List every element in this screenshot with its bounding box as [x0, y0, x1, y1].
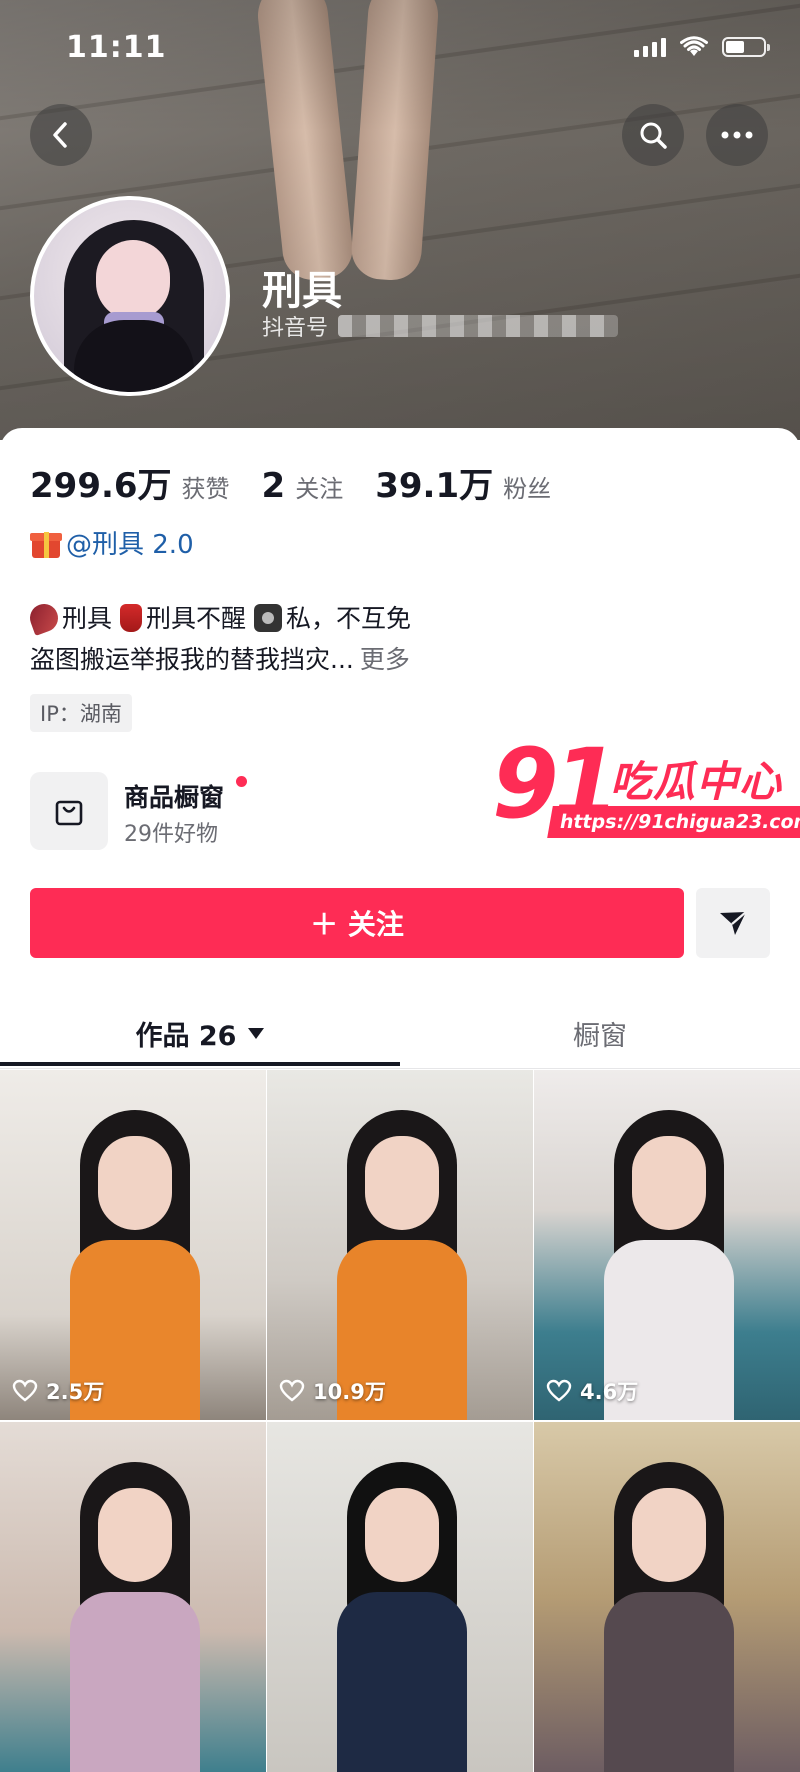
stat-label: 获赞 — [181, 475, 230, 503]
tab-shop-window[interactable]: 橱窗 — [400, 998, 800, 1068]
sweet-potato-icon — [26, 600, 62, 636]
profile-card: 299.6万 获赞 2 关注 39.1万 粉丝 @刑具 2.0 刑具 刑具不醒 … — [0, 428, 800, 1772]
wifi-icon — [680, 36, 708, 56]
bio-text: 盗图搬运举报我的替我挡灾... — [30, 645, 354, 674]
signal-icon — [634, 37, 666, 57]
nickname: 刑具 — [262, 268, 342, 314]
bio-line-2: 盗图搬运举报我的替我挡灾... 更多 — [30, 639, 411, 680]
divider — [0, 1068, 800, 1069]
video-subject — [604, 1462, 734, 1772]
chevron-left-icon — [53, 122, 67, 148]
shop-window-entry[interactable]: 商品橱窗 29件好物 — [30, 772, 430, 852]
video-subject — [604, 1110, 734, 1420]
stat-followers[interactable]: 39.1万 粉丝 — [375, 458, 551, 507]
video-tile[interactable]: 2.5万 — [0, 1070, 266, 1420]
watermark-url: https://91chigua23.com — [547, 806, 800, 838]
douyin-id: 抖音号 — [262, 310, 619, 342]
like-count: 4.6万 — [546, 1376, 638, 1406]
status-bar: 11:11 — [0, 0, 800, 96]
heart-icon — [279, 1379, 305, 1402]
ip-location-badge: IP：湖南 — [30, 694, 132, 732]
watermark-logo: 91 吃瓜中心 https://91chigua23.com — [492, 728, 800, 854]
watermark-name: 吃瓜中心 — [610, 757, 783, 806]
bio-text: 私，不互免 — [285, 604, 411, 633]
camera-icon — [253, 604, 282, 632]
linked-account[interactable]: @刑具 2.0 — [30, 524, 194, 561]
like-count-value: 4.6万 — [580, 1380, 639, 1404]
stat-value: 299.6万 — [30, 466, 172, 506]
linked-account-text: @刑具 2.0 — [66, 530, 194, 560]
bio: 刑具 刑具不醒 私，不互免 盗图搬运举报我的替我挡灾... 更多 — [26, 598, 411, 680]
tab-label: 橱窗 — [573, 1020, 627, 1052]
heart-icon — [12, 1379, 38, 1402]
bio-text: 刑具不醒 — [145, 604, 246, 633]
notification-dot — [236, 776, 247, 787]
search-icon — [640, 122, 667, 149]
gift-icon — [30, 528, 62, 558]
tab-works[interactable]: 作品 26 — [0, 998, 400, 1068]
douyin-id-blurred-value — [338, 315, 619, 337]
tab-label: 作品 26 — [135, 1020, 237, 1052]
video-subject — [337, 1110, 467, 1420]
stat-following[interactable]: 2 关注 — [262, 466, 344, 506]
content-tabs: 作品 26 橱窗 — [0, 998, 800, 1070]
douyin-id-label: 抖音号 — [262, 316, 329, 341]
stat-likes[interactable]: 299.6万 获赞 — [30, 458, 230, 507]
shop-title: 商品橱窗 — [124, 783, 225, 812]
video-tile[interactable]: 10.9万 — [267, 1070, 533, 1420]
bio-line-1: 刑具 刑具不醒 私，不互免 — [26, 598, 411, 639]
more-button[interactable] — [706, 104, 768, 166]
send-icon — [720, 911, 747, 935]
status-time: 11:11 — [66, 30, 167, 65]
video-tile[interactable] — [267, 1422, 533, 1772]
shopping-bag-icon — [30, 772, 108, 850]
video-subject — [337, 1462, 467, 1772]
avatar[interactable] — [30, 196, 230, 396]
like-count-value: 10.9万 — [313, 1380, 386, 1404]
search-button[interactable] — [622, 104, 684, 166]
shop-subtitle: 29件好物 — [124, 822, 218, 847]
heart-icon — [546, 1379, 572, 1402]
video-tile[interactable] — [0, 1422, 266, 1772]
bio-text: 刑具 — [62, 604, 113, 633]
stat-label: 粉丝 — [503, 475, 552, 503]
stats-row: 299.6万 获赞 2 关注 39.1万 粉丝 — [30, 458, 583, 507]
video-subject — [70, 1110, 200, 1420]
video-tile[interactable]: 4.6万 — [534, 1070, 800, 1420]
follow-button[interactable]: ＋ 关注 — [30, 888, 684, 958]
video-tile[interactable] — [534, 1422, 800, 1772]
like-count-value: 2.5万 — [46, 1380, 105, 1404]
video-subject — [70, 1462, 200, 1772]
battery-icon — [722, 37, 770, 57]
scarf-icon — [119, 604, 142, 632]
caret-down-icon — [248, 1027, 265, 1039]
back-button[interactable] — [30, 104, 92, 166]
more-dots-icon — [721, 131, 753, 139]
active-tab-indicator — [0, 1062, 400, 1066]
stat-value: 2 — [261, 466, 286, 506]
like-count: 2.5万 — [12, 1376, 104, 1406]
stat-label: 关注 — [295, 475, 344, 503]
bio-more-link[interactable]: 更多 — [360, 645, 410, 674]
like-count: 10.9万 — [279, 1376, 386, 1406]
stat-value: 39.1万 — [375, 466, 494, 506]
video-grid: 2.5万 10.9万 4.6万 — [0, 1070, 800, 1772]
share-button[interactable] — [696, 888, 770, 958]
status-icons — [634, 36, 770, 58]
